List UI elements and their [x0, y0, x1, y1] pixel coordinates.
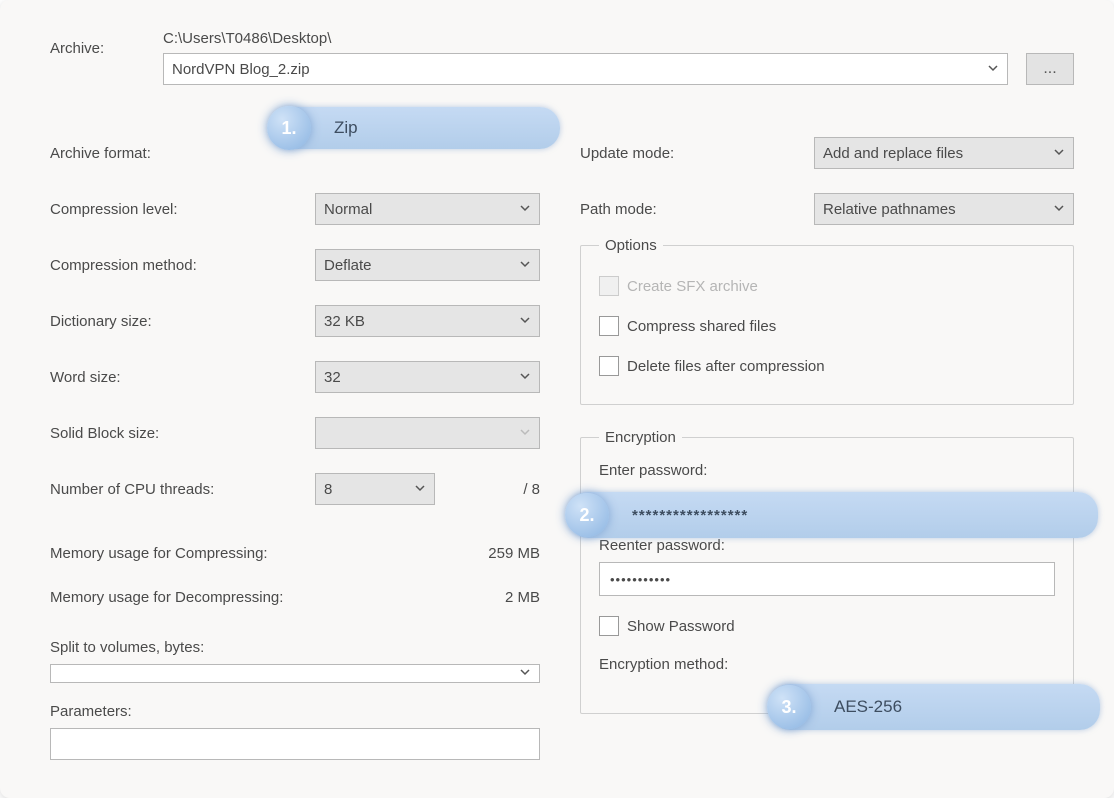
reenter-password-input[interactable]: •••••••••••	[599, 562, 1055, 596]
word-size-value: 32	[324, 369, 341, 386]
path-mode-select[interactable]: Relative pathnames	[814, 193, 1074, 225]
show-password-checkbox[interactable]	[599, 616, 619, 636]
sfx-label: Create SFX archive	[627, 278, 758, 295]
reenter-password-value: •••••••••••	[610, 572, 671, 587]
chevron-down-icon	[519, 369, 531, 386]
compression-level-value: Normal	[324, 201, 372, 218]
archive-format-label: Archive format:	[50, 145, 315, 162]
mem-decompress-label: Memory usage for Decompressing:	[50, 589, 283, 606]
annotation-badge: 1.	[267, 106, 311, 150]
mem-decompress-value: 2 MB	[505, 589, 540, 606]
archive-path: C:\Users\T0486\Desktop\	[163, 30, 1074, 47]
chevron-down-icon	[519, 425, 531, 442]
update-mode-select[interactable]: Add and replace files	[814, 137, 1074, 169]
sfx-checkbox	[599, 276, 619, 296]
dictionary-size-select[interactable]: 32 KB	[315, 305, 540, 337]
annotation-callout-2: 2. *****************	[568, 492, 1098, 538]
archive-filename-value: NordVPN Blog_2.zip	[172, 61, 310, 78]
annotation-text: AES-256	[808, 697, 928, 717]
cpu-threads-select[interactable]: 8	[315, 473, 435, 505]
compression-level-select[interactable]: Normal	[315, 193, 540, 225]
parameters-label: Parameters:	[50, 703, 540, 720]
word-size-select[interactable]: 32	[315, 361, 540, 393]
chevron-down-icon	[987, 61, 999, 78]
archive-label: Archive:	[50, 30, 145, 57]
solid-block-select	[315, 417, 540, 449]
chevron-down-icon	[1053, 145, 1065, 162]
split-volumes-combo[interactable]	[50, 664, 540, 683]
chevron-down-icon	[519, 257, 531, 274]
solid-block-label: Solid Block size:	[50, 425, 315, 442]
path-mode-label: Path mode:	[580, 201, 814, 218]
update-mode-value: Add and replace files	[823, 145, 963, 162]
dictionary-size-value: 32 KB	[324, 313, 365, 330]
enter-password-label: Enter password:	[599, 462, 1055, 479]
compress-shared-checkbox[interactable]	[599, 316, 619, 336]
annotation-badge: 3.	[767, 685, 811, 729]
encryption-group: Encryption Enter password: Reenter passw…	[580, 429, 1074, 714]
update-mode-label: Update mode:	[580, 145, 814, 162]
reenter-password-label: Reenter password:	[599, 537, 1055, 554]
mem-compress-label: Memory usage for Compressing:	[50, 545, 268, 562]
add-to-archive-dialog: Archive: C:\Users\T0486\Desktop\ NordVPN…	[0, 0, 1114, 798]
chevron-down-icon	[414, 481, 426, 498]
chevron-down-icon	[1053, 201, 1065, 218]
delete-after-checkbox[interactable]	[599, 356, 619, 376]
annotation-text: Zip	[308, 118, 384, 138]
cpu-threads-value: 8	[324, 481, 332, 498]
parameters-input[interactable]	[50, 728, 540, 760]
compression-level-label: Compression level:	[50, 201, 315, 218]
annotation-text: *****************	[606, 507, 774, 524]
mem-compress-value: 259 MB	[488, 545, 540, 562]
annotation-callout-3: 3. AES-256	[770, 684, 1100, 730]
annotation-callout-1: 1. Zip	[270, 107, 560, 149]
chevron-down-icon	[519, 201, 531, 218]
cpu-threads-label: Number of CPU threads:	[50, 481, 315, 498]
options-legend: Options	[599, 237, 663, 254]
options-group: Options Create SFX archive Compress shar…	[580, 237, 1074, 405]
compress-shared-label: Compress shared files	[627, 318, 776, 335]
browse-button[interactable]: ...	[1026, 53, 1074, 85]
archive-filename-combo[interactable]: NordVPN Blog_2.zip	[163, 53, 1008, 85]
ellipsis-icon: ...	[1043, 60, 1056, 78]
delete-after-label: Delete files after compression	[627, 358, 825, 375]
split-volumes-label: Split to volumes, bytes:	[50, 639, 540, 656]
path-mode-value: Relative pathnames	[823, 201, 956, 218]
show-password-label: Show Password	[627, 618, 735, 635]
word-size-label: Word size:	[50, 369, 315, 386]
compression-method-select[interactable]: Deflate	[315, 249, 540, 281]
cpu-threads-total: / 8	[460, 481, 540, 498]
compression-method-value: Deflate	[324, 257, 372, 274]
dictionary-size-label: Dictionary size:	[50, 313, 315, 330]
annotation-badge: 2.	[565, 493, 609, 537]
compression-method-label: Compression method:	[50, 257, 315, 274]
encryption-method-label: Encryption method:	[599, 656, 728, 673]
encryption-legend: Encryption	[599, 429, 682, 446]
chevron-down-icon	[519, 313, 531, 330]
chevron-down-icon	[519, 665, 531, 682]
